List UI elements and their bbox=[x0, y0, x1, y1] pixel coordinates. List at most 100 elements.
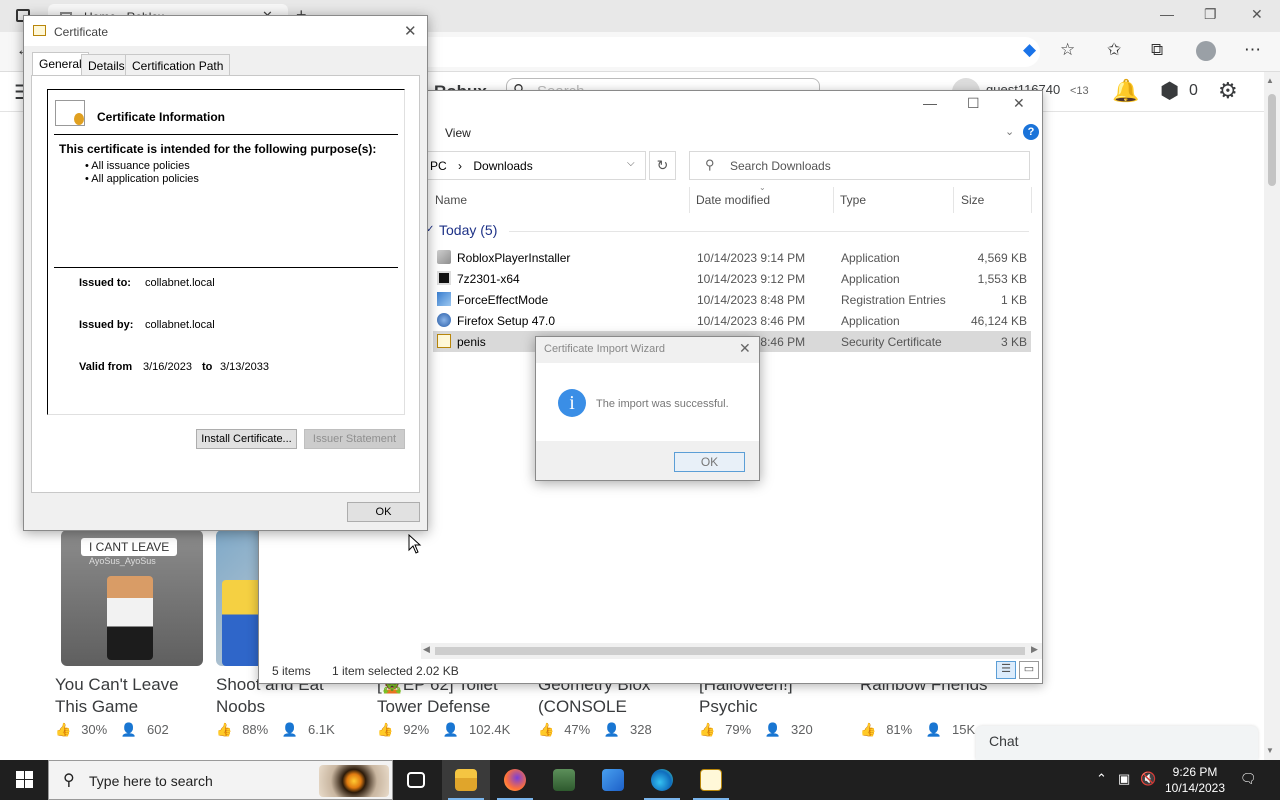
rating-icon: 👍 bbox=[860, 722, 877, 737]
game-card[interactable]: I CANT LEAVE AyoSus_AyoSus You Can't Lea… bbox=[55, 530, 205, 738]
file-row[interactable]: ForceEffectMode 10/14/2023 8:48 PM Regis… bbox=[433, 289, 1031, 310]
taskbar-clock[interactable]: 9:26 PM 10/14/2023 bbox=[1160, 764, 1230, 796]
tag-icon[interactable]: ◆ bbox=[1023, 40, 1036, 60]
column-separator[interactable] bbox=[689, 187, 690, 213]
game-rating: 81% bbox=[886, 722, 913, 737]
players-icon: 👤 bbox=[925, 722, 943, 737]
group-header-today[interactable]: Today (5) bbox=[439, 222, 497, 238]
network-icon[interactable]: ▣ bbox=[1118, 771, 1130, 787]
game-players: 320 bbox=[791, 722, 813, 737]
help-icon[interactable]: ? bbox=[1023, 124, 1039, 140]
column-separator[interactable] bbox=[953, 187, 954, 213]
cert-titlebar: Certificate ✕ bbox=[24, 16, 427, 46]
close-icon[interactable]: ✕ bbox=[1251, 6, 1263, 23]
notifications-icon[interactable]: 🔔 bbox=[1112, 78, 1139, 104]
certificate-dialog: Certificate ✕ General Details Certificat… bbox=[23, 15, 428, 531]
players-icon: 👤 bbox=[281, 722, 299, 737]
firefox-setup-icon bbox=[437, 313, 451, 327]
game-title[interactable]: You Can't Leave This Game bbox=[55, 674, 205, 718]
wizard-message: The import was successful. bbox=[596, 398, 729, 410]
minimize-icon[interactable]: — bbox=[923, 95, 937, 111]
players-icon: 👤 bbox=[603, 722, 621, 737]
expand-ribbon-icon[interactable]: ⌄ bbox=[1005, 125, 1014, 138]
ribbon-tab-view[interactable]: View bbox=[445, 126, 471, 140]
file-size: 3 KB bbox=[1000, 335, 1027, 349]
show-hidden-icons-icon[interactable]: ⌃ bbox=[1096, 771, 1107, 787]
large-icons-view-icon[interactable]: ▭ bbox=[1019, 661, 1039, 679]
avatar-figure bbox=[107, 576, 153, 660]
search-placeholder: Search Downloads bbox=[730, 159, 831, 173]
edge-taskbar-icon[interactable] bbox=[638, 760, 686, 800]
column-header-name[interactable]: Name bbox=[435, 193, 467, 207]
column-header-date[interactable]: Date modified bbox=[696, 193, 770, 207]
taskbar: ⚲ Type here to search ⌃ ▣ 🔇 9:26 PM 10/1… bbox=[0, 760, 1280, 800]
search-downloads-input[interactable]: Search Downloads bbox=[689, 151, 1030, 180]
file-explorer-taskbar-icon[interactable] bbox=[442, 760, 490, 800]
game-rating: 79% bbox=[725, 722, 752, 737]
firefox-taskbar-icon[interactable] bbox=[491, 760, 539, 800]
column-separator[interactable] bbox=[833, 187, 834, 213]
windows-start-icon[interactable] bbox=[16, 771, 33, 788]
file-date: 10/14/2023 9:14 PM bbox=[697, 251, 806, 265]
taskbar-search-box[interactable]: ⚲ Type here to search bbox=[48, 760, 393, 800]
game-rating: 30% bbox=[81, 722, 108, 737]
file-row[interactable]: Firefox Setup 47.0 10/14/2023 8:46 PM Ap… bbox=[433, 310, 1031, 331]
certificate-taskbar-icon[interactable] bbox=[687, 760, 735, 800]
status-selection: 1 item selected 2.02 KB bbox=[332, 664, 459, 678]
page-scroll-thumb[interactable] bbox=[1268, 94, 1276, 186]
volume-muted-icon[interactable]: 🔇 bbox=[1140, 771, 1156, 787]
divider bbox=[54, 134, 398, 135]
restore-icon[interactable]: ❐ bbox=[1204, 6, 1217, 23]
file-size: 1,553 KB bbox=[977, 272, 1027, 286]
rating-icon: 👍 bbox=[55, 722, 72, 737]
task-view-icon[interactable] bbox=[392, 760, 440, 800]
age-badge: <13 bbox=[1070, 85, 1089, 97]
column-separator[interactable] bbox=[1031, 187, 1032, 213]
file-row[interactable]: 7z2301-x64 10/14/2023 9:12 PM Applicatio… bbox=[433, 268, 1031, 289]
column-header-type[interactable]: Type bbox=[840, 193, 866, 207]
favorites-icon[interactable]: ✩ bbox=[1107, 40, 1121, 60]
wizard-ok-button[interactable]: OK bbox=[674, 452, 745, 472]
collections-icon[interactable]: ⧉ bbox=[1151, 40, 1163, 60]
robux-icon[interactable]: ⬢ bbox=[1160, 78, 1179, 104]
details-view-icon[interactable]: ☰ bbox=[996, 661, 1016, 679]
more-icon[interactable]: ⋯ bbox=[1244, 40, 1261, 60]
chat-bar[interactable]: Chat bbox=[976, 726, 1258, 760]
horizontal-scroll-thumb[interactable] bbox=[435, 647, 1025, 655]
notification-center-icon[interactable]: 🗨 bbox=[1240, 771, 1257, 787]
add-favorite-icon[interactable]: ☆ bbox=[1060, 40, 1075, 60]
scroll-right-icon[interactable]: ▶ bbox=[1031, 644, 1038, 655]
app-taskbar-icon[interactable] bbox=[540, 760, 588, 800]
tab-certification-path[interactable]: Certification Path bbox=[125, 54, 231, 75]
minimize-icon[interactable]: — bbox=[1160, 6, 1174, 22]
valid-from-label: Valid from bbox=[79, 361, 133, 373]
file-row[interactable]: RobloxPlayerInstaller 10/14/2023 9:14 PM… bbox=[433, 247, 1031, 268]
path-dropdown-icon[interactable]: ⌵ bbox=[627, 158, 635, 169]
breadcrumb-pc[interactable]: PC bbox=[430, 159, 447, 173]
column-header-size[interactable]: Size bbox=[961, 193, 984, 207]
scroll-left-icon[interactable]: ◀ bbox=[423, 644, 430, 655]
cert-ok-button[interactable]: OK bbox=[347, 502, 420, 522]
refresh-icon[interactable]: ↻ bbox=[649, 151, 676, 180]
installer-taskbar-icon[interactable] bbox=[589, 760, 637, 800]
game-stats: 👍 30% 👤 602 bbox=[55, 722, 205, 738]
scroll-down-icon[interactable]: ▼ bbox=[1266, 746, 1274, 755]
game-players: 15K bbox=[952, 722, 976, 737]
settings-gear-icon[interactable]: ⚙ bbox=[1218, 78, 1238, 104]
noob-figure bbox=[222, 580, 262, 666]
install-certificate-button[interactable]: Install Certificate... bbox=[196, 429, 297, 449]
close-icon[interactable]: ✕ bbox=[404, 22, 417, 40]
breadcrumb-downloads[interactable]: Downloads bbox=[473, 159, 532, 173]
issued-by-label: Issued by: bbox=[79, 319, 134, 331]
file-date: 10/14/2023 8:48 PM bbox=[697, 293, 806, 307]
maximize-icon[interactable]: ☐ bbox=[967, 95, 980, 112]
profile-icon[interactable] bbox=[1196, 41, 1216, 61]
issuer-statement-button: Issuer Statement bbox=[304, 429, 405, 449]
file-type: Application bbox=[841, 272, 900, 286]
registry-icon bbox=[437, 292, 451, 306]
address-path[interactable]: PC › Downloads bbox=[425, 151, 646, 180]
close-icon[interactable]: ✕ bbox=[1013, 95, 1025, 112]
close-icon[interactable]: ✕ bbox=[739, 340, 751, 357]
scroll-up-icon[interactable]: ▲ bbox=[1266, 76, 1274, 85]
issued-to-value: collabnet.local bbox=[145, 277, 215, 289]
